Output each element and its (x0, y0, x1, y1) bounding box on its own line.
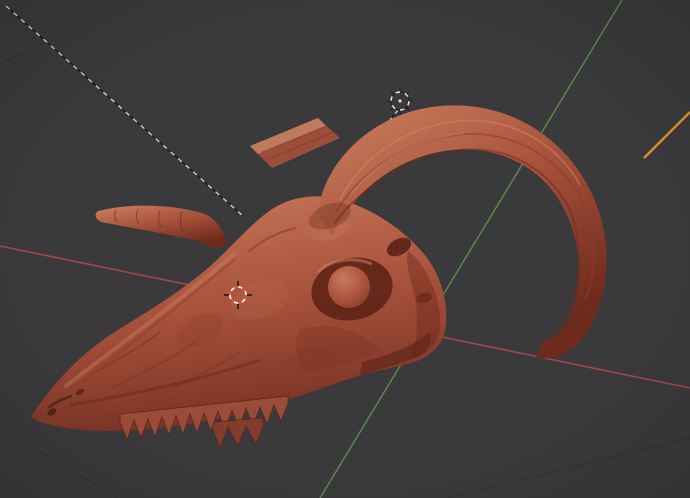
skull-teeth-lower (211, 417, 265, 450)
3d-viewport[interactable] (0, 0, 690, 498)
